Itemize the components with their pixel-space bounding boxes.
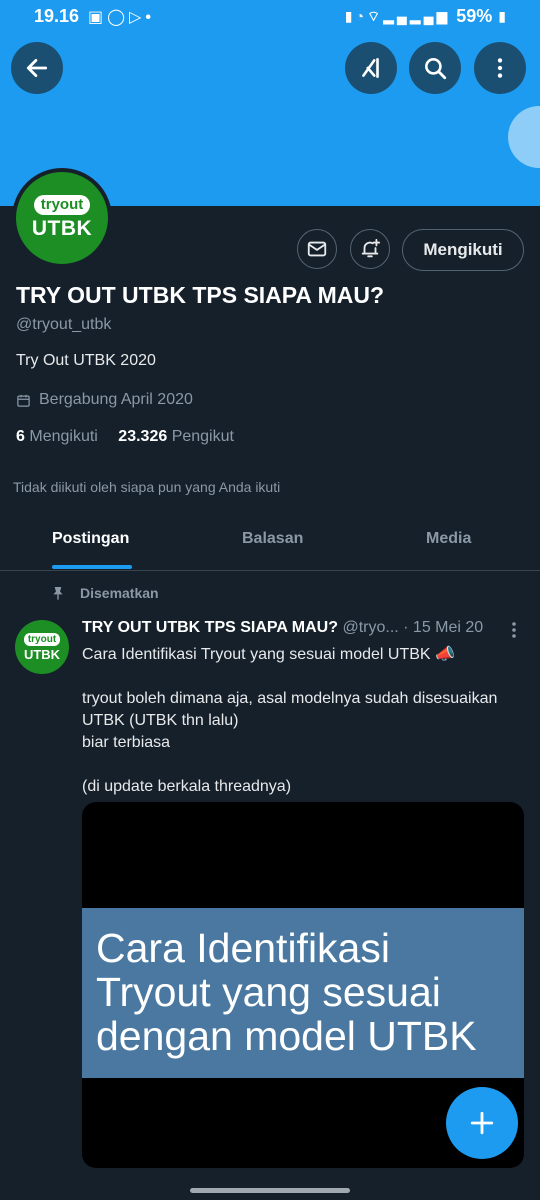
post-line: Cara Identifikasi Tryout yang sesuai mod… [82,646,455,663]
pin-icon [53,587,63,600]
status-right: ▮◔⌔▂▄▂▄▆ 59% ▮ [345,6,506,27]
calendar-icon [17,394,30,407]
following-label: Mengikuti [29,428,98,445]
plus-icon [470,1111,494,1135]
post-header: TRY OUT UTBK TPS SIAPA MAU? @tryo... · 1… [82,619,512,637]
dot-icon: • [145,9,155,26]
whatsapp-icon: ◯ [107,9,130,26]
post-more-icon[interactable] [506,620,522,640]
status-time: 19.16 [34,6,80,26]
play-store-icon: ▷ [129,9,146,26]
profile-tabs: Postingan Balasan Media [0,512,540,571]
battery-saver-icon: ▮ [344,7,356,24]
alarm-icon: ◔ [355,7,367,24]
post-date[interactable]: · 15 Mei 20 [403,619,483,636]
signal-icon: ▂▄▆ [409,7,451,24]
battery-icon: ▮ [498,8,506,24]
battery-percent: 59% [456,6,493,26]
followers-label: Pengikut [171,428,234,445]
grok-button[interactable] [345,42,397,94]
gesture-nav-bar[interactable] [190,1188,350,1193]
banner-decoration [508,106,540,168]
post-line: biar terbiasa [82,734,171,751]
tab-active-indicator [52,565,132,569]
bell-plus-icon [361,238,381,258]
tab-replies[interactable]: Balasan [242,530,303,548]
tab-posts[interactable]: Postingan [52,530,129,548]
media-caption-line: Tryout yang sesuai [96,969,441,1015]
status-bar: 19.16 ▣◯▷• ▮◔⌔▂▄▂▄▆ 59% ▮ [0,0,540,34]
back-button[interactable] [11,42,63,94]
post-line: tryout boleh dimana aja, asal modelnya s… [82,690,498,707]
gallery-icon: ▣ [88,9,108,26]
media-caption-line: dengan model UTBK [96,1013,477,1059]
join-date-text: Bergabung April 2020 [39,391,193,408]
tab-media[interactable]: Media [426,530,471,548]
post-line: (di update berkala threadnya) [82,778,292,795]
signal-icon: ▂▄ [383,7,410,24]
profile-name: TRY OUT UTBK TPS SIAPA MAU? [16,282,384,308]
more-vertical-icon [497,58,503,78]
join-date: Bergabung April 2020 [16,391,193,409]
system-icons: ▮◔⌔▂▄▂▄▆ [345,8,451,26]
profile-bio: Try Out UTBK 2020 [16,352,156,369]
post-body[interactable]: Cara Identifikasi Tryout yang sesuai mod… [82,644,528,798]
followers-count: 23.326 [118,428,168,445]
following-button[interactable]: Mengikuti [402,229,524,271]
profile-handle: @tryout_utbk [16,316,112,333]
post-avatar-top: tryout [23,632,61,646]
post-avatar-bottom: UTBK [23,646,61,662]
post-avatar[interactable]: tryout UTBK [15,620,69,674]
search-button[interactable] [409,42,461,94]
avatar-logo-bottom: UTBK [31,217,93,240]
post-line: UTBK (UTBK thn lalu) [82,712,239,729]
pinned-label: Disematkan [50,584,159,602]
profile-avatar[interactable]: tryout UTBK [12,168,112,268]
media-caption-line: Cara Identifikasi [96,925,390,971]
followers-link[interactable]: 23.326 Pengikut [118,428,234,445]
notify-button[interactable] [350,229,390,269]
message-button[interactable] [297,229,337,269]
wifi-icon: ⌔ [366,7,384,24]
mail-icon [307,241,327,257]
follow-stats: 6 Mengikuti 23.326 Pengikut [16,428,234,446]
compose-button[interactable] [446,1087,518,1159]
notification-icons: ▣◯▷• [88,7,155,27]
arrow-left-icon [26,59,48,77]
pinned-text: Disematkan [80,585,159,601]
not-followed-note: Tidak diikuti oleh siapa pun yang Anda i… [13,479,281,495]
following-link[interactable]: 6 Mengikuti [16,428,98,445]
post-author[interactable]: TRY OUT UTBK TPS SIAPA MAU? [82,619,338,636]
grok-icon [362,58,379,78]
post-handle: @tryo... [342,619,399,636]
more-button[interactable] [474,42,526,94]
media-caption-band: Cara Identifikasi Tryout yang sesuai den… [82,908,524,1078]
following-count: 6 [16,428,25,445]
avatar-logo-top: tryout [33,195,91,215]
search-icon [425,58,447,80]
